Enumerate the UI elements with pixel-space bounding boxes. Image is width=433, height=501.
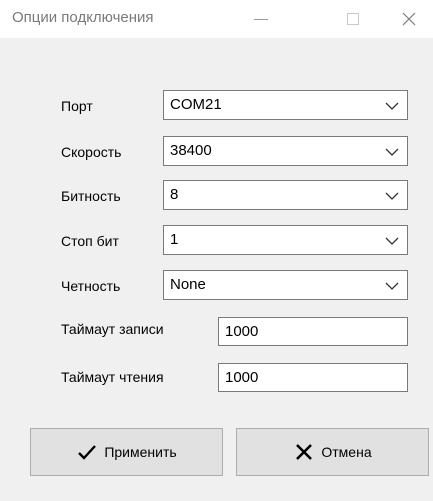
bits-label: Битность [61,188,121,204]
chevron-down-icon [385,237,399,245]
port-value: COM21 [170,96,222,113]
checkmark-icon [78,445,97,460]
chevron-down-icon [385,192,399,200]
minimize-button[interactable] [238,0,284,38]
chevron-down-icon [385,282,399,290]
close-button[interactable] [386,0,432,38]
speed-select[interactable]: 38400 [163,136,408,166]
cancel-button-label: Отмена [321,444,372,460]
read-timeout-label: Таймаут чтения [61,369,164,385]
speed-value: 38400 [170,142,212,159]
close-icon [402,12,416,26]
chevron-down-icon [385,148,399,156]
bits-select[interactable]: 8 [163,180,408,210]
connection-options-window: Опции подключения Порт COM21 Скорость 38… [0,0,433,501]
apply-button-label: Применить [104,444,177,460]
stopbits-select[interactable]: 1 [163,225,408,255]
port-label: Порт [61,98,93,114]
bits-value: 8 [170,186,179,203]
title-bar: Опции подключения [0,0,433,38]
stopbits-label: Стоп бит [61,233,119,249]
parity-value: None [170,276,206,293]
write-timeout-label: Таймаут записи [61,321,164,337]
window-title: Опции подключения [12,9,154,26]
port-select[interactable]: COM21 [163,90,408,120]
maximize-button[interactable] [330,0,376,38]
maximize-icon [347,13,359,25]
apply-button[interactable]: Применить [30,428,223,476]
write-timeout-input[interactable] [218,317,408,346]
close-x-icon [296,444,313,460]
parity-select[interactable]: None [163,270,408,300]
parity-label: Четность [61,278,121,294]
chevron-down-icon [385,102,399,110]
speed-label: Скорость [61,144,122,160]
stopbits-value: 1 [170,231,179,248]
minimize-icon [254,18,268,20]
cancel-button[interactable]: Отмена [236,428,429,476]
read-timeout-input[interactable] [218,363,408,392]
